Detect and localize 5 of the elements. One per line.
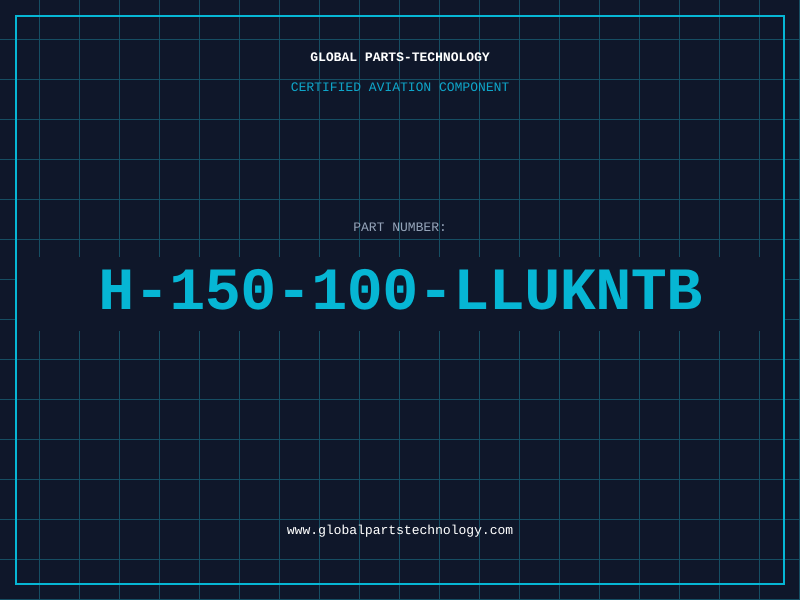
tagline: CERTIFIED AVIATION COMPONENT bbox=[290, 80, 510, 95]
company-name: GLOBAL PARTS-TECHNOLOGY bbox=[310, 50, 490, 65]
part-number: H-150-100-LLUKNTB bbox=[98, 259, 702, 329]
website-url: www.globalpartstechnology.com bbox=[286, 523, 514, 538]
part-number-label: PART NUMBER: bbox=[353, 220, 447, 235]
